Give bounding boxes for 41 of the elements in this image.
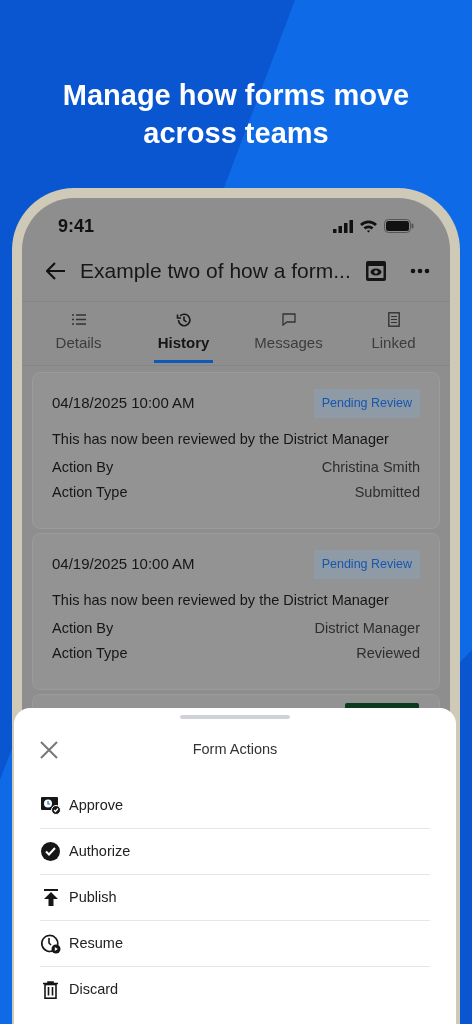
entry-date: 04/19/2025 10:00 AM	[52, 554, 195, 575]
back-arrow-icon[interactable]	[46, 261, 66, 280]
action-item[interactable]: Publish	[40, 875, 430, 921]
headline: Manage how forms move across teams	[61, 78, 411, 151]
field-value: Christina Smith	[321, 457, 420, 477]
entry-date: 04/18/2025 10:00 AM	[52, 393, 195, 414]
trash-icon	[43, 981, 58, 999]
action-item[interactable]: Authorize	[40, 829, 430, 875]
battery-icon	[384, 219, 414, 233]
field-value: Reviewed	[356, 644, 420, 664]
close-icon[interactable]	[40, 741, 58, 759]
status-tag: Pending Review	[313, 550, 420, 579]
field-label: Action By	[52, 618, 114, 638]
tab[interactable]: History	[153, 328, 214, 363]
entry-note: This has now been reviewed by the District Manager	[52, 429, 390, 449]
approve-icon	[40, 796, 61, 815]
status-tag: Pending Review	[313, 389, 420, 418]
drag-handle[interactable]	[180, 715, 290, 719]
status-time: 9:41	[58, 214, 95, 238]
action-item[interactable]: Approve	[40, 783, 430, 829]
field-label: Action Type	[52, 483, 128, 503]
screen-title: Example two of how a form...	[80, 257, 352, 284]
field-value: Submitted	[354, 483, 420, 503]
action-item[interactable]: Resume	[40, 921, 430, 967]
more-icon[interactable]	[410, 267, 430, 274]
document-icon	[387, 312, 400, 327]
preview-icon[interactable]	[366, 260, 386, 281]
list-icon	[71, 314, 86, 325]
field-label: Action Type	[52, 644, 128, 664]
history-icon	[175, 311, 192, 328]
signal-icon	[333, 219, 353, 233]
check-circle-icon	[41, 842, 60, 861]
wifi-icon	[359, 219, 378, 233]
entry-note: This has now been reviewed by the District Manager	[52, 590, 390, 610]
clock-play-icon	[40, 933, 61, 954]
field-label: Action By	[52, 457, 114, 477]
sheet-title: Form Actions	[192, 740, 278, 760]
action-item[interactable]: Discard	[40, 967, 430, 1013]
field-value: District Manager	[314, 618, 420, 638]
chat-icon	[281, 313, 296, 326]
upload-icon	[42, 889, 59, 906]
